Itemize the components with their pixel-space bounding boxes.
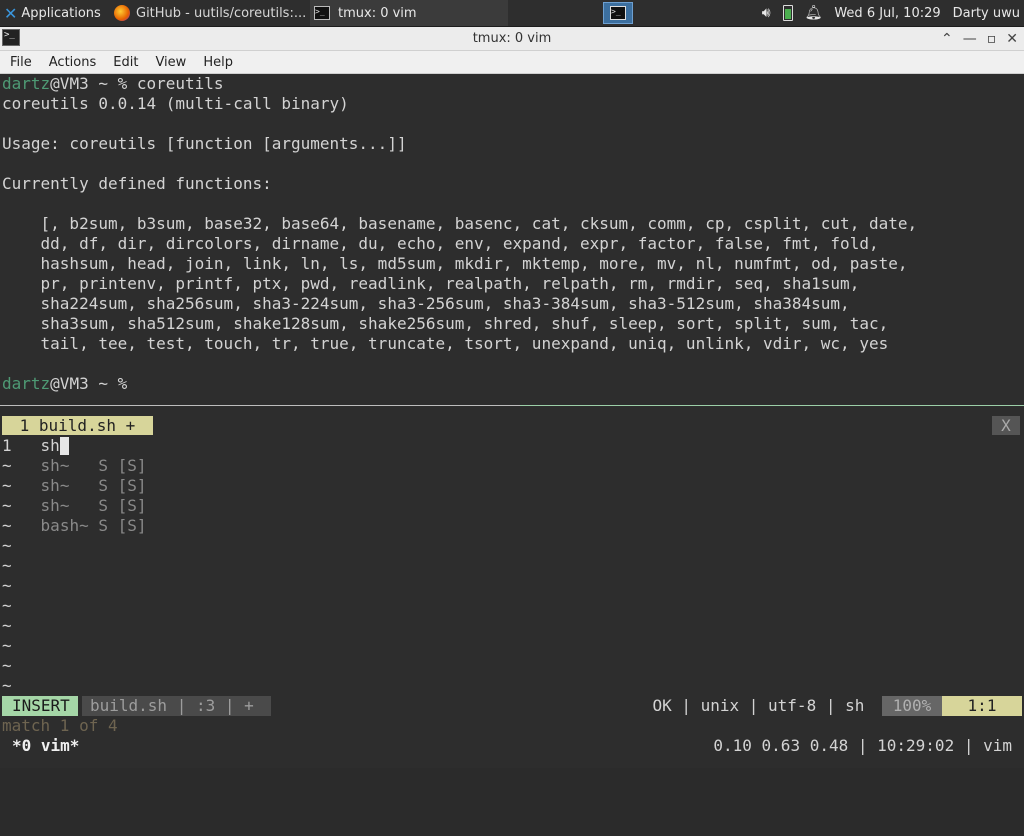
empty-line-marker: ~ <box>2 536 12 555</box>
applications-label: Applications <box>21 5 101 21</box>
prompt-user: dartz <box>2 74 51 93</box>
vim-tab-close-button[interactable]: X <box>992 416 1020 435</box>
file-format-info: OK | unix | utf-8 | sh <box>652 696 874 715</box>
output-line: Currently defined functions: <box>2 174 272 193</box>
menu-actions[interactable]: Actions <box>39 55 104 70</box>
shell-prompt-line: dartz@VM3 ~ % <box>2 374 127 394</box>
maximize-button[interactable]: ▫ <box>987 31 997 47</box>
close-button[interactable]: ✕ <box>1006 31 1018 47</box>
empty-line-marker: ~ <box>2 576 12 595</box>
menu-file[interactable]: File <box>0 55 39 70</box>
output-line: coreutils 0.0.14 (multi-call binary) <box>2 94 349 113</box>
window-title: tmux: 0 vim <box>472 31 552 46</box>
user-menu[interactable]: Darty uwu <box>953 6 1020 21</box>
completion-word: bash~ <box>40 516 89 535</box>
line-text: sh <box>40 436 60 455</box>
tmux-window-list[interactable]: *0 vim* <box>12 736 79 756</box>
tmux-statusbar: *0 vim* 0.10 0.63 0.48 | 10:29:02 | vim <box>0 736 1024 756</box>
command-text: coreutils <box>127 74 224 93</box>
completion-item[interactable]: ~ sh~ S [S] <box>2 496 147 516</box>
vim-tab-build-sh[interactable]: 1 build.sh + <box>2 416 153 435</box>
output-line: sha224sum, sha256sum, sha3-224sum, sha3-… <box>2 294 850 313</box>
completion-item[interactable]: ~ sh~ S [S] <box>2 456 147 476</box>
mode-indicator: INSERT <box>2 696 78 716</box>
tmux-status-right: 0.10 0.63 0.48 | 10:29:02 | vim <box>713 736 1012 755</box>
empty-line-marker: ~ <box>2 596 12 615</box>
menu-edit[interactable]: Edit <box>103 55 145 70</box>
empty-line-marker: ~ <box>2 656 12 675</box>
vim-statusline: INSERT build.sh | :3 | + OK | unix | utf… <box>0 696 1024 716</box>
taskbar-item-firefox[interactable]: GitHub - uutils/coreutils:... <box>110 0 310 26</box>
output-line: hashsum, head, join, link, ln, ls, md5su… <box>2 254 908 273</box>
completion-kind: S [S] <box>88 456 147 475</box>
output-line: tail, tee, test, touch, tr, true, trunca… <box>2 334 889 353</box>
completion-kind: S [S] <box>88 496 147 515</box>
taskbar-item-label: GitHub - uutils/coreutils:... <box>136 5 307 21</box>
completion-word: sh~ <box>40 476 89 495</box>
minimize-button[interactable]: — <box>963 31 977 47</box>
line-number: 1 <box>2 436 12 455</box>
output-line: Usage: coreutils [function [arguments...… <box>2 134 407 153</box>
taskbar-item-label: tmux: 0 vim <box>338 5 417 21</box>
workspace-switcher[interactable]: >_ <box>603 2 633 24</box>
menu-help[interactable]: Help <box>193 55 240 70</box>
notification-bell-icon[interactable]: 🔔︎ <box>805 5 823 21</box>
window-titlebar[interactable]: >_ tmux: 0 vim ⌃ — ▫ ✕ <box>0 27 1024 51</box>
completion-kind: S [S] <box>88 476 147 495</box>
output-line: sha3sum, sha512sum, shake128sum, shake25… <box>2 314 889 333</box>
battery-icon[interactable] <box>782 5 793 21</box>
shade-button[interactable]: ⌃ <box>941 31 953 47</box>
vim-buffer-line[interactable]: 1 sh <box>2 436 69 456</box>
taskbar-item-terminal[interactable]: >_ tmux: 0 vim <box>310 0 508 26</box>
file-info: build.sh | :3 | + <box>82 696 272 716</box>
clock[interactable]: Wed 6 Jul, 10:29 <box>834 6 940 21</box>
firefox-icon <box>114 5 130 21</box>
terminal-icon: >_ <box>610 6 626 20</box>
shell-prompt-line: dartz@VM3 ~ % coreutils <box>2 74 224 94</box>
output-line: pr, printenv, printf, ptx, pwd, readlink… <box>2 274 860 293</box>
cursor-position: 1:1 <box>942 696 1022 716</box>
top-panel: ✕ Applications GitHub - uutils/coreutils… <box>0 0 1024 27</box>
menubar: File Actions Edit View Help <box>0 51 1024 74</box>
prompt-user: dartz <box>2 374 51 393</box>
terminal-area[interactable]: dartz@VM3 ~ % coreutils coreutils 0.0.14… <box>0 74 1024 768</box>
pane-separator-active <box>520 405 1024 406</box>
completion-item[interactable]: ~ sh~ S [S] <box>2 476 147 496</box>
completion-word: sh~ <box>40 456 89 475</box>
completion-word: sh~ <box>40 496 89 515</box>
empty-line-marker: ~ <box>2 676 12 695</box>
scroll-percent: 100% <box>882 696 942 716</box>
completion-item[interactable]: ~ bash~ S [S] <box>2 516 147 536</box>
xfce-logo-icon: ✕ <box>4 3 18 23</box>
terminal-icon: >_ <box>314 6 330 20</box>
vim-tabline: 1 build.sh + X <box>0 416 1024 436</box>
output-line: [, b2sum, b3sum, base32, base64, basenam… <box>2 214 918 233</box>
applications-menu[interactable]: ✕ Applications <box>0 0 110 26</box>
prompt-host: @VM3 ~ % <box>50 374 128 393</box>
text-cursor <box>59 437 69 455</box>
menu-view[interactable]: View <box>145 55 193 70</box>
empty-line-marker: ~ <box>2 556 12 575</box>
completion-kind: S [S] <box>88 516 147 535</box>
vim-message: match 1 of 4 <box>2 716 118 735</box>
volume-icon[interactable]: 🔊︎ <box>762 5 771 21</box>
empty-line-marker: ~ <box>2 616 12 635</box>
output-line: dd, df, dir, dircolors, dirname, du, ech… <box>2 234 879 253</box>
empty-line-marker: ~ <box>2 636 12 655</box>
prompt-host: @VM3 ~ % <box>50 74 128 93</box>
